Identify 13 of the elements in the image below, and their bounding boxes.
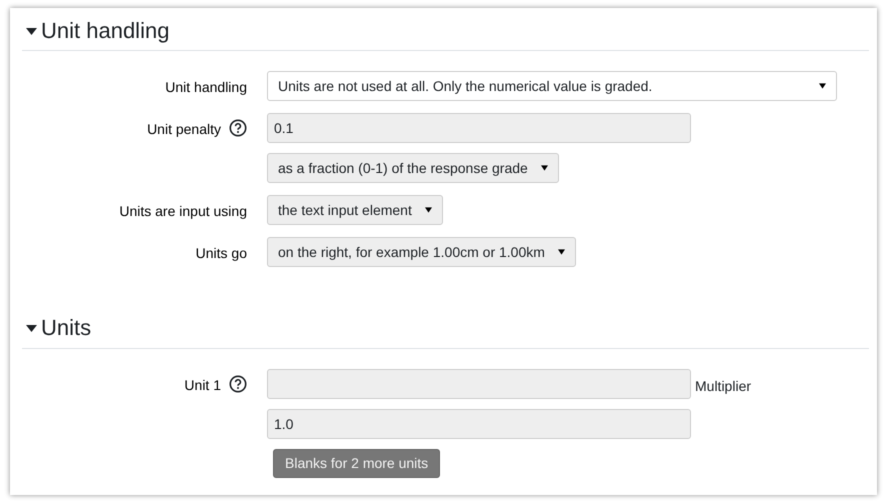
help-icon[interactable] — [229, 374, 247, 393]
field-label: Units are input using — [119, 202, 247, 222]
field-label: Units go — [196, 244, 247, 264]
field-caption: Multiplier — [695, 376, 752, 396]
field-label: Unit penalty — [147, 120, 221, 140]
caret-down-icon[interactable] — [26, 325, 37, 332]
dropdown[interactable]: Units are not used at all. Only the numerical value is graded. — [267, 71, 837, 102]
section-heading[interactable]: Unit handling — [41, 18, 170, 44]
section-heading[interactable]: Units — [41, 315, 92, 342]
help-icon[interactable] — [229, 119, 247, 138]
field-label: Unit handling — [165, 78, 247, 98]
caret-down-icon[interactable] — [26, 28, 37, 35]
field-label: Unit 1 — [184, 376, 221, 395]
